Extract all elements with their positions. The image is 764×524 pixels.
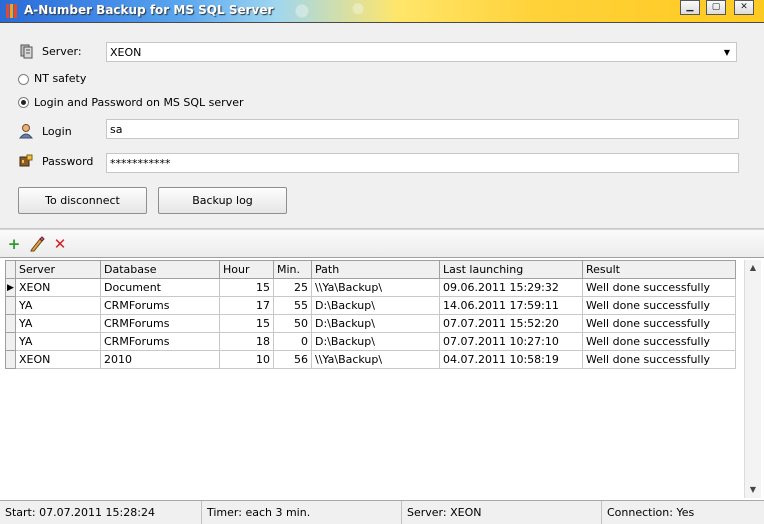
- jobs-grid: Server Database Hour Min. Path Last laun…: [0, 257, 764, 500]
- cell-last-launching: 09.06.2011 15:29:32: [439, 278, 583, 297]
- server-label: Server:: [42, 45, 82, 58]
- cell-server: YA: [15, 296, 101, 315]
- connection-panel: Server: XEON ▼ NT safety Login and Passw…: [0, 23, 764, 229]
- cell-hour: 10: [219, 350, 274, 369]
- nt-safety-radio[interactable]: [18, 74, 29, 85]
- table-row[interactable]: YA CRMForums 15 50 D:\Backup\ 07.07.2011…: [5, 314, 736, 333]
- cell-server: XEON: [15, 278, 101, 297]
- cell-server: YA: [15, 314, 101, 333]
- password-label: Password: [42, 155, 94, 168]
- backup-log-button[interactable]: Backup log: [158, 187, 287, 214]
- nt-safety-label: NT safety: [34, 72, 87, 85]
- column-header-path[interactable]: Path: [311, 260, 440, 279]
- add-icon[interactable]: +: [6, 236, 22, 252]
- row-indicator: [5, 350, 16, 369]
- cell-database: CRMForums: [100, 296, 220, 315]
- chevron-down-icon[interactable]: ▼: [724, 43, 730, 63]
- cell-result: Well done successfully: [582, 314, 736, 333]
- maximize-button[interactable]: ▢: [706, 0, 726, 15]
- cell-server: YA: [15, 332, 101, 351]
- row-indicator: [5, 296, 16, 315]
- window-title: A-Number Backup for MS SQL Server: [24, 3, 274, 17]
- grid-toolbar: + ✕: [0, 229, 764, 258]
- row-indicator: [5, 314, 16, 333]
- table-row[interactable]: XEON 2010 10 56 \\Ya\Backup\ 04.07.2011 …: [5, 350, 736, 369]
- cell-database: Document: [100, 278, 220, 297]
- login-password-radio[interactable]: [18, 97, 29, 108]
- column-header-last-launching[interactable]: Last launching: [439, 260, 583, 279]
- status-start: Start: 07.07.2011 15:28:24: [0, 501, 202, 524]
- column-header-database[interactable]: Database: [100, 260, 220, 279]
- column-header-hour[interactable]: Hour: [219, 260, 274, 279]
- status-connection: Connection: Yes: [607, 506, 695, 519]
- row-indicator: [5, 332, 16, 351]
- vertical-scrollbar[interactable]: ▲ ▼: [744, 260, 761, 498]
- password-input[interactable]: ***********: [106, 153, 739, 173]
- server-select-value: XEON: [110, 46, 142, 59]
- cell-database: 2010: [100, 350, 220, 369]
- status-server: Server: XEON: [402, 501, 602, 524]
- cell-min: 25: [273, 278, 312, 297]
- cell-server: XEON: [15, 350, 101, 369]
- status-timer: Timer: each 3 min.: [202, 501, 402, 524]
- delete-icon[interactable]: ✕: [52, 236, 68, 252]
- cell-path: \\Ya\Backup\: [311, 278, 440, 297]
- app-icon: [6, 4, 18, 18]
- table-row[interactable]: YA CRMForums 17 55 D:\Backup\ 14.06.2011…: [5, 296, 736, 315]
- scroll-up-icon[interactable]: ▲: [745, 260, 761, 276]
- table-row[interactable]: YA CRMForums 18 0 D:\Backup\ 07.07.2011 …: [5, 332, 736, 351]
- cell-hour: 15: [219, 278, 274, 297]
- table-header-row: Server Database Hour Min. Path Last laun…: [5, 260, 736, 279]
- cell-last-launching: 07.07.2011 15:52:20: [439, 314, 583, 333]
- header-indicator: [5, 260, 16, 279]
- cell-hour: 15: [219, 314, 274, 333]
- cell-hour: 17: [219, 296, 274, 315]
- table-row[interactable]: ▶ XEON Document 15 25 \\Ya\Backup\ 09.06…: [5, 278, 736, 297]
- cell-path: D:\Backup\: [311, 332, 440, 351]
- cell-path: D:\Backup\: [311, 296, 440, 315]
- minimize-button[interactable]: ▁: [680, 0, 700, 15]
- column-header-min[interactable]: Min.: [273, 260, 312, 279]
- column-header-result[interactable]: Result: [582, 260, 736, 279]
- title-bar: A-Number Backup for MS SQL Server ▁ ▢ ✕: [0, 0, 764, 23]
- cell-database: CRMForums: [100, 314, 220, 333]
- cell-min: 56: [273, 350, 312, 369]
- cell-min: 50: [273, 314, 312, 333]
- cell-database: CRMForums: [100, 332, 220, 351]
- server-icon: [20, 44, 33, 59]
- cell-min: 0: [273, 332, 312, 351]
- cell-last-launching: 14.06.2011 17:59:11: [439, 296, 583, 315]
- title-decoration: [260, 0, 400, 22]
- cell-result: Well done successfully: [582, 332, 736, 351]
- jobs-table: Server Database Hour Min. Path Last laun…: [5, 260, 736, 369]
- user-icon: [18, 124, 34, 139]
- cell-result: Well done successfully: [582, 350, 736, 369]
- cell-last-launching: 07.07.2011 10:27:10: [439, 332, 583, 351]
- login-label: Login: [42, 125, 72, 138]
- cell-last-launching: 04.07.2011 10:58:19: [439, 350, 583, 369]
- login-input[interactable]: sa: [106, 119, 739, 139]
- edit-icon[interactable]: [29, 236, 45, 252]
- server-select[interactable]: XEON ▼: [106, 42, 737, 62]
- close-button[interactable]: ✕: [734, 0, 754, 15]
- scroll-down-icon[interactable]: ▼: [745, 482, 761, 498]
- cell-path: D:\Backup\: [311, 314, 440, 333]
- cell-path: \\Ya\Backup\: [311, 350, 440, 369]
- cell-min: 55: [273, 296, 312, 315]
- current-row-icon: ▶: [5, 278, 16, 297]
- column-header-server[interactable]: Server: [15, 260, 101, 279]
- login-password-label: Login and Password on MS SQL server: [34, 96, 244, 109]
- disconnect-button[interactable]: To disconnect: [18, 187, 147, 214]
- cell-result: Well done successfully: [582, 296, 736, 315]
- cell-hour: 18: [219, 332, 274, 351]
- cell-result: Well done successfully: [582, 278, 736, 297]
- status-bar: Start: 07.07.2011 15:28:24 Timer: each 3…: [0, 500, 764, 524]
- key-icon: [19, 154, 33, 167]
